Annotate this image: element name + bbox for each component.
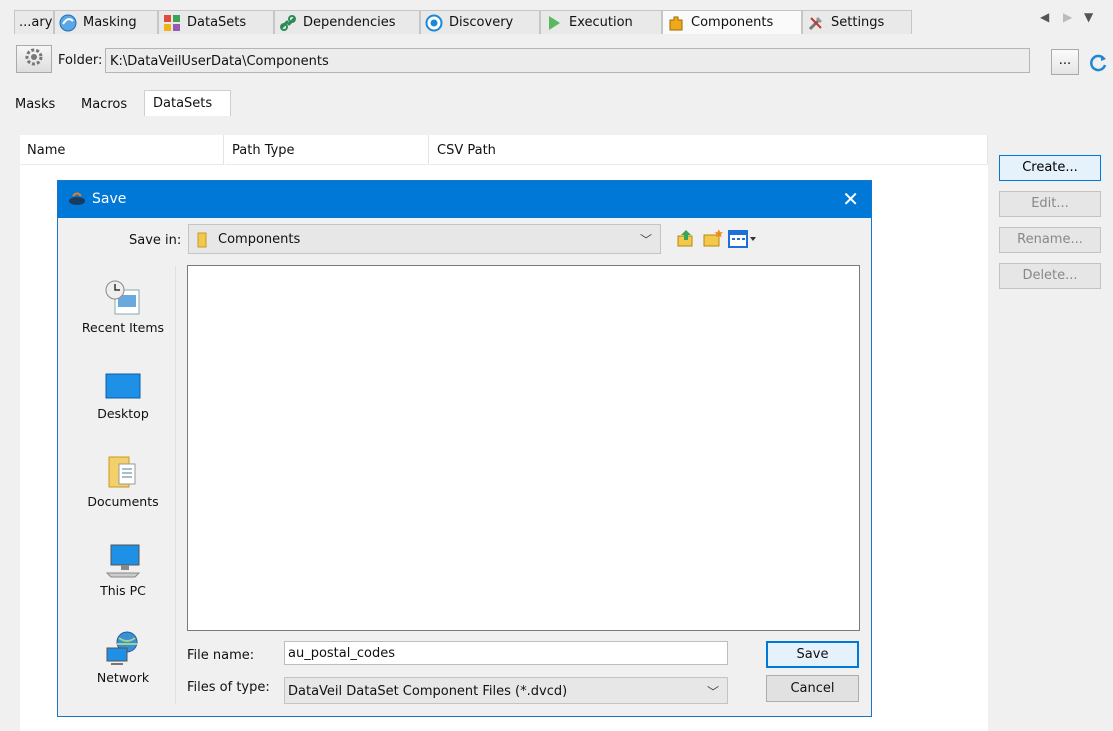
place-desktop-label: Desktop (97, 406, 149, 421)
place-network[interactable]: Network (70, 630, 176, 685)
cancel-button[interactable]: Cancel (766, 675, 859, 702)
browse-folder-button[interactable]: ... (1051, 49, 1079, 75)
settings-icon (807, 14, 825, 32)
subtab-macros[interactable]: Macros (73, 92, 135, 118)
save-dialog-title: Save (92, 191, 127, 207)
save-button[interactable]: Save (766, 641, 859, 668)
tab-scroll-right-icon[interactable]: ▶ (1063, 10, 1072, 24)
places-sidebar: Recent Items Desktop Documents This PC N… (70, 266, 176, 704)
folder-path-field[interactable]: K:\DataVeilUserData\Components (105, 48, 1030, 73)
desktop-icon (103, 372, 143, 402)
view-menu-icon[interactable] (728, 230, 758, 252)
datasets-icon (163, 14, 181, 32)
place-documents[interactable]: Documents (70, 454, 176, 509)
tab-execution-label: Execution (569, 15, 633, 30)
file-name-label: File name: (187, 648, 255, 663)
masking-icon (59, 14, 77, 32)
chevron-down-icon: ﹀ (639, 233, 652, 247)
recent-items-icon (103, 280, 143, 316)
tab-discovery-label: Discovery (449, 15, 514, 30)
place-this-pc-label: This PC (100, 583, 146, 598)
tab-components[interactable]: Components (662, 10, 802, 34)
place-documents-label: Documents (87, 494, 159, 509)
refresh-icon[interactable] (1088, 52, 1108, 78)
column-header-csv-path[interactable]: CSV Path (430, 135, 988, 165)
documents-icon (103, 454, 143, 490)
tab-scroll-left-icon[interactable]: ◀ (1040, 10, 1049, 24)
save-in-value: Components (218, 232, 301, 247)
tab-discovery[interactable]: Discovery (420, 10, 540, 34)
java-icon (68, 191, 86, 211)
save-in-label: Save in: (129, 233, 182, 248)
chevron-down-icon: ﹀ (706, 685, 719, 699)
column-header-name[interactable]: Name (20, 135, 224, 165)
column-header-path-type[interactable]: Path Type (225, 135, 429, 165)
rename-button[interactable]: Rename... (999, 227, 1101, 253)
components-icon (667, 14, 685, 32)
place-recent-items[interactable]: Recent Items (70, 280, 176, 335)
subtab-datasets[interactable]: DataSets (144, 90, 231, 116)
tab-settings-label: Settings (831, 15, 885, 30)
tab-datasets[interactable]: DataSets (158, 10, 274, 34)
tab-dependencies[interactable]: Dependencies (274, 10, 420, 34)
tab-components-label: Components (691, 15, 774, 30)
save-dialog-title-bar[interactable]: Save ✕ (58, 181, 871, 218)
close-icon[interactable]: ✕ (842, 187, 859, 211)
edit-button[interactable]: Edit... (999, 191, 1101, 217)
place-network-label: Network (96, 670, 150, 685)
folder-settings-button[interactable] (16, 45, 52, 73)
folder-icon (197, 232, 207, 252)
tab-settings[interactable]: Settings (802, 10, 912, 34)
network-icon (103, 630, 143, 666)
place-desktop[interactable]: Desktop (70, 372, 176, 421)
save-dialog: Save ✕ Save in: Components ﹀ Recent Item… (57, 180, 872, 717)
dependencies-icon (279, 14, 297, 32)
tab-execution[interactable]: Execution (540, 10, 662, 34)
file-type-combo[interactable]: DataVeil DataSet Component Files (*.dvcd… (284, 677, 728, 704)
file-type-value: DataVeil DataSet Component Files (*.dvcd… (288, 684, 568, 699)
new-folder-icon[interactable] (702, 228, 724, 252)
discovery-icon (425, 14, 443, 32)
place-this-pc[interactable]: This PC (70, 543, 176, 598)
gear-icon (24, 47, 44, 71)
tab-masking-label: Masking (83, 15, 137, 30)
save-in-combo[interactable]: Components ﹀ (188, 224, 661, 254)
tab-library[interactable]: ...ary (14, 10, 54, 34)
file-type-label: Files of type: (187, 680, 270, 695)
place-recent-items-label: Recent Items (81, 320, 165, 335)
computer-icon (103, 543, 143, 579)
tab-masking[interactable]: Masking (54, 10, 158, 34)
delete-button[interactable]: Delete... (999, 263, 1101, 289)
file-name-input[interactable]: au_postal_codes (284, 641, 728, 665)
subtab-masks[interactable]: Masks (7, 92, 63, 118)
create-button[interactable]: Create... (999, 155, 1101, 181)
tab-library-label: ...ary (19, 15, 53, 30)
folder-label: Folder: (58, 53, 103, 68)
up-one-level-icon[interactable] (676, 228, 696, 252)
tab-list-dropdown-icon[interactable]: ▼ (1084, 10, 1093, 24)
execution-icon (545, 14, 563, 32)
tab-dependencies-label: Dependencies (303, 15, 396, 30)
tab-datasets-label: DataSets (187, 15, 247, 30)
file-list[interactable] (187, 265, 860, 631)
